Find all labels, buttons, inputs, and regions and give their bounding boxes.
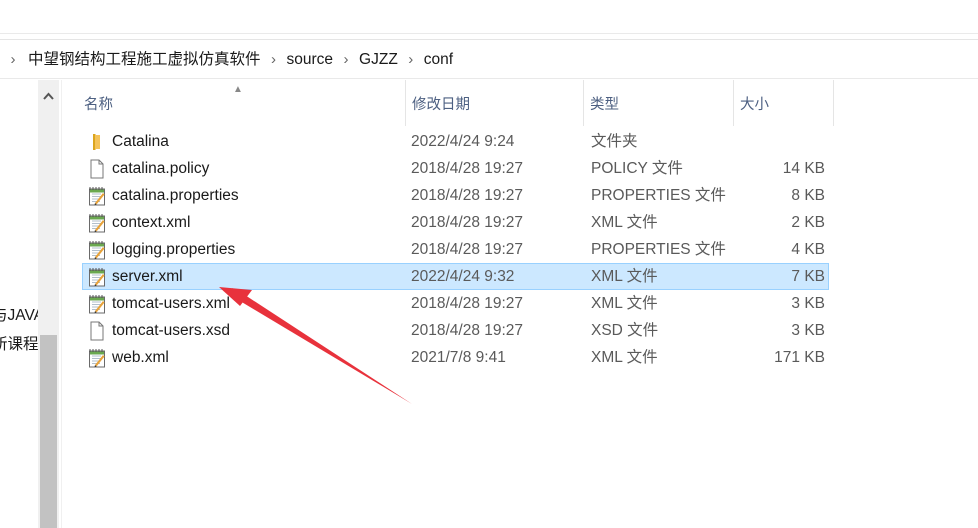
file-name: tomcat-users.xsd (112, 322, 231, 339)
notepad-file-icon (88, 267, 106, 287)
file-name: server.xml (112, 268, 183, 285)
breadcrumb-item-4[interactable]: conf (422, 41, 455, 79)
chevron-right-icon[interactable]: › (400, 41, 422, 79)
address-bar[interactable]: › 中望钢结构工程施工虚拟仿真软件 › source › GJZZ › conf (0, 41, 978, 79)
file-row[interactable]: web.xml 2021/7/8 9:41 XML 文件 171 KB (82, 344, 829, 371)
file-date: 2018/4/28 19:27 (411, 214, 524, 231)
scroll-up-button[interactable] (38, 80, 59, 112)
file-date: 2022/4/24 9:32 (411, 268, 515, 285)
file-size: 2 KB (791, 214, 825, 231)
blank-file-icon (88, 321, 106, 341)
file-type: POLICY 文件 (591, 160, 683, 177)
file-date: 2018/4/28 19:27 (411, 160, 524, 177)
file-type: XML 文件 (591, 268, 658, 285)
column-header-date[interactable]: 修改日期 (406, 80, 584, 126)
file-row[interactable]: logging.properties 2018/4/28 19:27 PROPERT… (82, 236, 829, 263)
column-header-name[interactable]: 名称 (78, 80, 406, 126)
folder-icon (88, 132, 106, 152)
file-size: 4 KB (791, 241, 825, 258)
file-type: XML 文件 (591, 214, 658, 231)
toolbar-area (0, 0, 978, 40)
chevron-right-icon[interactable]: › (263, 41, 285, 79)
file-row[interactable]: tomcat-users.xml 2018/4/28 19:27 XML 文件 3 K… (82, 290, 829, 317)
file-type: 文件夹 (591, 133, 638, 150)
nav-scrollbar[interactable] (38, 80, 59, 528)
breadcrumb-item-3[interactable]: GJZZ (357, 41, 400, 79)
file-type: XML 文件 (591, 349, 658, 366)
file-size: 3 KB (791, 322, 825, 339)
file-row[interactable]: catalina.policy 2018/4/28 19:27 POLICY 文件 1… (82, 155, 829, 182)
file-name: catalina.properties (112, 187, 239, 204)
column-header-type[interactable]: 类型 (584, 80, 734, 126)
notepad-file-icon (88, 213, 106, 233)
blank-file-icon (88, 159, 106, 179)
file-type: PROPERTIES 文件 (591, 187, 726, 204)
file-type: XML 文件 (591, 295, 658, 312)
notepad-file-icon (88, 240, 106, 260)
file-size: 171 KB (774, 349, 825, 366)
file-date: 2018/4/28 19:27 (411, 322, 524, 339)
file-row[interactable]: Catalina 2022/4/24 9:24 文件夹 (82, 128, 829, 155)
file-row[interactable]: tomcat-users.xsd 2018/4/28 19:27 XSD 文件 3 K… (82, 317, 829, 344)
file-type: XSD 文件 (591, 322, 659, 339)
file-size (739, 129, 825, 154)
file-row[interactable]: catalina.properties 2018/4/28 19:27 PROPER… (82, 182, 829, 209)
chevron-right-icon[interactable]: › (335, 41, 357, 79)
file-date: 2022/4/24 9:24 (411, 133, 515, 150)
file-row[interactable]: server.xml 2022/4/24 9:32 XML 文件 7 KB (82, 263, 829, 290)
column-headers: ▲ 名称 修改日期 类型 大小 (78, 80, 838, 126)
nav-item-partial[interactable]: 所课程 (0, 332, 39, 354)
notepad-file-icon (88, 186, 106, 206)
file-name: tomcat-users.xml (112, 295, 230, 312)
notepad-file-icon (88, 348, 106, 368)
file-row[interactable]: context.xml 2018/4/28 19:27 XML 文件 2 KB (82, 209, 829, 236)
file-size: 7 KB (791, 268, 825, 285)
file-name: catalina.policy (112, 160, 210, 177)
column-header-size[interactable]: 大小 (734, 80, 834, 126)
file-size: 3 KB (791, 295, 825, 312)
file-size: 14 KB (782, 160, 825, 177)
navigation-pane: 与JAVA 所课程 (0, 80, 62, 528)
file-date: 2018/4/28 19:27 (411, 187, 524, 204)
breadcrumb-item-2[interactable]: source (285, 41, 336, 79)
file-name: context.xml (112, 214, 191, 231)
scroll-thumb[interactable] (40, 335, 57, 528)
file-name: Catalina (112, 133, 169, 150)
breadcrumb-item-1[interactable]: 中望钢结构工程施工虚拟仿真软件 (26, 41, 263, 79)
file-type: PROPERTIES 文件 (591, 241, 726, 258)
chevron-right-icon[interactable]: › (0, 41, 26, 79)
file-date: 2018/4/28 19:27 (411, 295, 524, 312)
file-size: 8 KB (791, 187, 825, 204)
chevron-up-icon (43, 92, 54, 100)
file-name: web.xml (112, 349, 169, 366)
file-name: logging.properties (112, 241, 236, 258)
notepad-file-icon (88, 294, 106, 314)
file-date: 2018/4/28 19:27 (411, 241, 524, 258)
file-date: 2021/7/8 9:41 (411, 349, 506, 366)
toolbar-divider (0, 33, 978, 34)
